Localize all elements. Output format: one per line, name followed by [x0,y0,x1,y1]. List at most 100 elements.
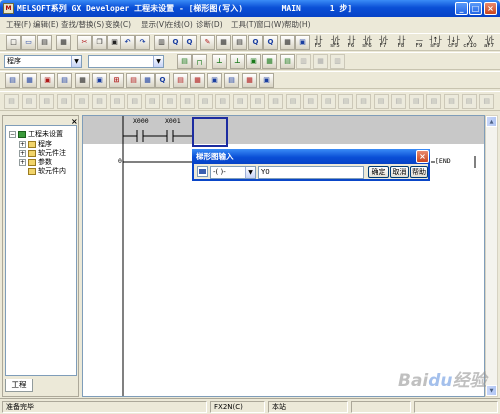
step-number: 0 [118,157,122,165]
toolbar-button[interactable]: ↶ [120,35,135,50]
ok-button[interactable]: 确定 [368,166,389,178]
toolbar-button[interactable]: ┌┐ [192,54,207,69]
scroll-up-icon[interactable]: ▲ [486,116,497,127]
toolbar-button[interactable]: ▣ [92,73,107,88]
toolbar-button[interactable]: ▦ [56,35,71,50]
program-select[interactable]: 程序 ▼ [4,55,82,68]
toolbar-button[interactable]: ▤ [173,73,188,88]
maximize-button[interactable]: □ [469,2,482,15]
fkey-sf9-button[interactable]: ┤↑├ sF9 [427,35,443,50]
contact-label: X000 [133,117,149,125]
tree-item[interactable]: + 软元件注 [19,149,66,158]
toolbar-button[interactable]: ✎ [200,35,215,50]
toolbar-button[interactable]: ❐ [92,35,107,50]
symbol-type-value: -( )- [213,168,226,176]
menu-item[interactable]: 工具(T) [231,17,256,33]
scroll-down-icon[interactable]: ▼ [486,385,497,396]
toolbar-button[interactable]: ▤ [232,35,247,50]
fkey-f5-button[interactable]: ┤├ F5 [310,35,326,50]
toolbar-button[interactable]: ⊥ [212,54,227,69]
toolbar-button[interactable]: ▣ [207,73,222,88]
menu-item[interactable]: 变换(C) [105,17,131,33]
menu-bar: 工程(F) 编辑(E) 查找/替换(S) 变换(C) 显示(V) 在线(O) 诊断(D) 工具… [0,17,500,33]
toolbar-button[interactable]: ↷ [135,35,150,50]
menu-item[interactable]: 工程(F) [6,17,31,33]
dropdown-arrow-icon[interactable]: ▼ [153,56,163,67]
toolbar-button[interactable]: ▤ [177,54,192,69]
menu-item[interactable]: 窗口(W) [256,17,284,33]
toolbar-button[interactable]: ▤ [280,54,295,69]
toolbar-button: ▤ [250,94,266,109]
menu-item[interactable]: 在线(O) [166,17,193,33]
fkey-f7-button[interactable]: ┤/├ F7 [375,35,391,50]
ladder-symbol-icon[interactable] [197,166,208,177]
fkey-f9-button[interactable]: — F9 [411,35,427,50]
toolbar-button[interactable]: ▦ [280,35,295,50]
vertical-scrollbar[interactable]: ▲ ▼ [485,115,498,397]
toolbar-button: ▥ [330,54,345,69]
toolbar-button[interactable]: Q [263,35,278,50]
toolbar-button[interactable]: ▤ [5,73,20,88]
menu-item[interactable]: 诊断(D) [196,17,223,33]
tab-project[interactable]: 工程 [5,379,33,392]
toolbar-button[interactable]: ▦ [75,73,90,88]
toolbar-button[interactable]: ⊞ [109,73,124,88]
menu-item[interactable]: 帮助(H) [284,17,311,33]
toolbar-button[interactable]: Q [155,73,170,88]
tree-root[interactable]: − 工程未设置 [9,130,63,139]
toolbar-button[interactable]: ▦ [140,73,155,88]
fkey-af7-button[interactable]: ┤/├ aF7 [481,35,497,50]
minimize-button[interactable]: _ [455,2,468,15]
instruction-input[interactable]: Y0 [258,166,364,179]
expand-icon[interactable]: + [19,140,26,148]
toolbar-button[interactable]: ▣ [295,35,310,50]
toolbar-button[interactable]: ▣ [259,73,274,88]
data-select[interactable]: ▼ [88,55,164,68]
tree-item[interactable]: + 程序 [19,140,52,149]
toolbar-button[interactable]: ✂ [77,35,92,50]
toolbar-button[interactable]: ▭ [21,35,36,50]
fkey-f8-button[interactable]: ┤├ F8 [393,35,409,50]
ladder-cursor[interactable] [192,117,228,147]
menu-item[interactable]: 编辑(E) [33,17,59,33]
toolbar-button[interactable]: Q [248,35,263,50]
toolbar-button[interactable]: ▦ [242,73,257,88]
toolbar-button[interactable]: ▤ [126,73,141,88]
dropdown-arrow-icon[interactable]: ▼ [245,167,255,178]
toolbar-button: ▤ [39,94,55,109]
toolbar-button[interactable]: ▤ [37,35,52,50]
fkey-cf10-button[interactable]: ╳ cF10 [462,35,478,50]
toolbar-button[interactable]: ▦ [190,73,205,88]
help-button[interactable]: 帮助 [410,166,428,178]
dialog-close-icon[interactable]: × [416,150,429,163]
fkey-cf9-button[interactable]: ┤↓├ cF9 [445,35,461,50]
toolbar-button[interactable]: Q [182,35,197,50]
fkey-label: cF9 [448,43,458,49]
close-button[interactable]: × [484,2,497,15]
toolbar-button[interactable]: Q [168,35,183,50]
toolbar-button[interactable]: ▦ [216,35,231,50]
toolbar-button[interactable]: ▥ [154,35,169,50]
tree-item[interactable]: 软元件内 [19,167,66,176]
symbol-type-select[interactable]: -( )- ▼ [210,166,256,179]
toolbar-button[interactable]: ⊥ [230,54,245,69]
expand-icon[interactable]: + [19,158,26,166]
tree-item[interactable]: + 参数 [19,158,52,167]
fkey-sf6-button[interactable]: ┤/├ sF6 [359,35,375,50]
toolbar-button[interactable]: ▣ [40,73,55,88]
collapse-icon[interactable]: − [9,130,16,138]
project-tree[interactable]: − 工程未设置 + 程序 + 软元件注 + 参数 软元件内 [5,125,77,376]
cancel-button[interactable]: 取消 [390,166,409,178]
menu-item[interactable]: 显示(V) [141,17,167,33]
fkey-sf5-button[interactable]: ┤/├ sF5 [327,35,343,50]
menu-item[interactable]: 查找/替换(S) [61,17,104,33]
toolbar-button[interactable]: ▤ [224,73,239,88]
fkey-f6-button[interactable]: ┤├ F6 [343,35,359,50]
toolbar-button[interactable]: ▤ [57,73,72,88]
toolbar-button[interactable]: ▦ [262,54,277,69]
dropdown-arrow-icon[interactable]: ▼ [71,56,81,67]
toolbar-button[interactable]: □ [6,35,21,50]
toolbar-button[interactable]: ▣ [246,54,261,69]
expand-icon[interactable]: + [19,149,26,157]
toolbar-button[interactable]: ▦ [22,73,37,88]
